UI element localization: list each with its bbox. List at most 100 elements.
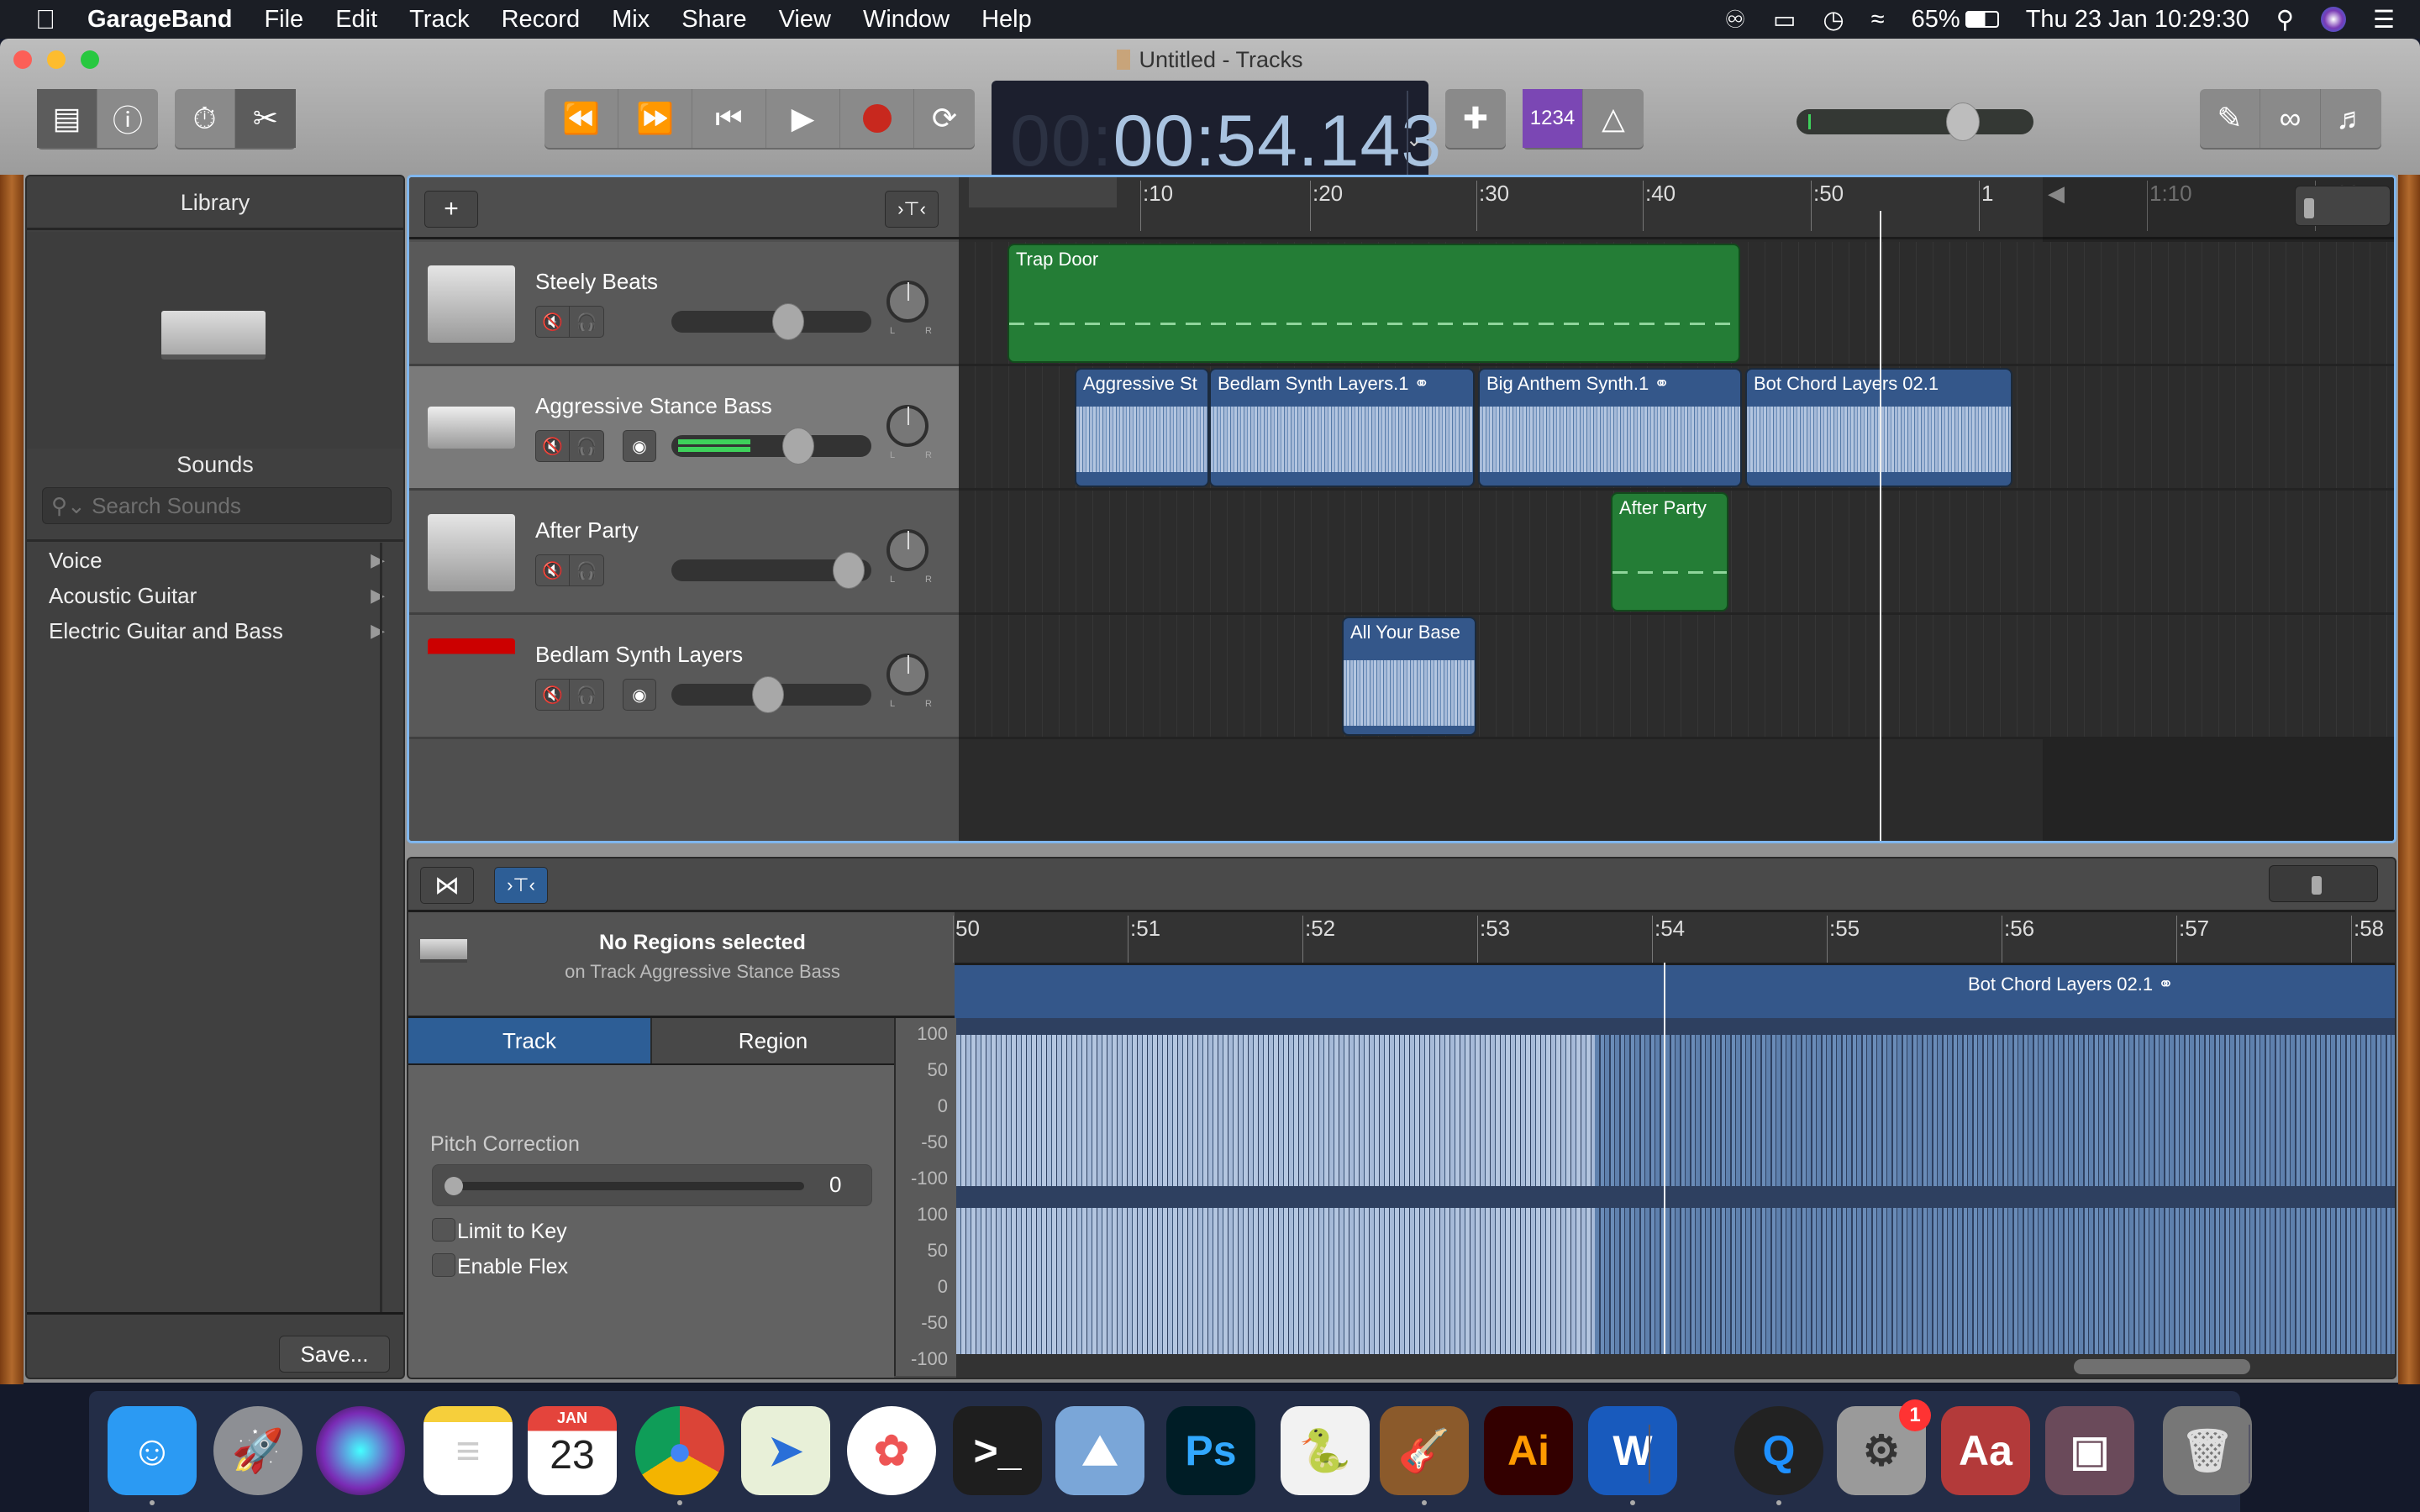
volume-knob[interactable] xyxy=(782,428,814,465)
zoom-slider-knob[interactable] xyxy=(2304,198,2314,218)
pan-knob[interactable]: LR xyxy=(886,281,932,336)
pan-knob[interactable]: LR xyxy=(886,529,932,585)
loop-browser-button[interactable]: ∞ xyxy=(2260,89,2321,148)
dock-quicktime[interactable]: Q xyxy=(1734,1406,1823,1495)
editors-button[interactable]: ✂ xyxy=(235,89,296,148)
pitch-correction-slider[interactable]: 0 xyxy=(432,1164,872,1206)
editor-catch-playhead-button[interactable]: ›⊤‹ xyxy=(494,867,548,904)
dock-terminal[interactable]: >_ xyxy=(953,1406,1042,1495)
siri-icon[interactable] xyxy=(2321,7,2346,32)
creative-cloud-icon[interactable]: ♾ xyxy=(1724,5,1746,34)
menu-share[interactable]: Share xyxy=(681,6,746,34)
flex-button[interactable]: ⋈ xyxy=(420,867,474,904)
menu-view[interactable]: View xyxy=(779,6,831,34)
record-enable-button[interactable]: ◉ xyxy=(623,430,656,462)
editor-horizontal-scrollbar[interactable] xyxy=(956,1354,2395,1378)
record-button[interactable] xyxy=(840,89,914,148)
editor-zoom-knob[interactable] xyxy=(2312,876,2322,895)
solo-headphones-button[interactable]: 🎧 xyxy=(570,680,603,710)
dock-photoshop[interactable]: Ps xyxy=(1166,1406,1255,1495)
menu-file[interactable]: File xyxy=(264,6,303,34)
volume-knob[interactable] xyxy=(752,676,784,713)
master-volume-slider[interactable] xyxy=(1797,102,2033,141)
pan-knob[interactable]: LR xyxy=(886,405,932,460)
dock-maps[interactable]: ➤ xyxy=(741,1406,830,1495)
mute-button[interactable]: 🔇 xyxy=(536,555,570,585)
editor-waveform[interactable] xyxy=(956,1018,2395,1376)
dock-notes[interactable]: ≡ xyxy=(424,1406,513,1495)
track-header[interactable]: Aggressive Stance Bass 🔇 🎧 ◉ L R xyxy=(409,366,959,491)
mute-button[interactable]: 🔇 xyxy=(536,680,570,710)
menu-window[interactable]: Window xyxy=(863,6,950,34)
volume-knob[interactable] xyxy=(833,552,865,589)
menu-track[interactable]: Track xyxy=(409,6,469,34)
region[interactable]: After Party xyxy=(1611,492,1728,612)
save-button[interactable]: Save... xyxy=(279,1336,390,1373)
cycle-button[interactable]: ⟳ xyxy=(914,89,975,148)
region[interactable]: Aggressive St xyxy=(1075,368,1209,487)
apple-menu-icon[interactable]:  xyxy=(35,4,55,35)
dock-python[interactable]: 🐍 xyxy=(1281,1406,1370,1495)
library-button[interactable]: ▤ xyxy=(37,89,97,148)
track-volume-slider[interactable] xyxy=(671,303,871,340)
airplay-icon[interactable]: ▭ xyxy=(1773,5,1796,34)
project-end-marker-icon[interactable]: ◀ xyxy=(2048,181,2065,207)
catch-playhead-button[interactable]: ›⊤‹ xyxy=(885,191,939,228)
track-header[interactable]: Bedlam Synth Layers 🔇 🎧 ◉ L R xyxy=(409,615,959,739)
sound-category-voice[interactable]: Voice ▶ xyxy=(49,548,385,574)
dock-preview[interactable]: ⛰ xyxy=(1055,1406,1144,1495)
lcd-mode-chevron-icon[interactable]: ⌄ xyxy=(1406,128,1423,152)
menu-record[interactable]: Record xyxy=(502,6,581,34)
spotlight-search-icon[interactable]: ⚲ xyxy=(2276,5,2294,34)
horizontal-zoom-slider[interactable] xyxy=(2295,186,2391,226)
limit-to-key-checkbox[interactable] xyxy=(432,1218,455,1242)
menu-app-name[interactable]: GarageBand xyxy=(87,6,232,34)
dock-system-preferences[interactable]: ⚙ 1 xyxy=(1837,1399,1931,1495)
add-track-button[interactable]: + xyxy=(424,191,478,228)
library-scrollbar[interactable] xyxy=(380,543,382,1312)
battery-status[interactable]: 65% xyxy=(1912,6,1999,34)
count-in-button[interactable]: 1234 xyxy=(1523,89,1583,148)
dock-illustrator[interactable]: Ai xyxy=(1484,1406,1573,1495)
dock-launchpad[interactable]: 🚀 xyxy=(213,1406,302,1495)
empty-track-area[interactable] xyxy=(409,739,959,841)
editor-ruler[interactable]: 50:51:52:53:54:55:56:57:58 xyxy=(953,912,2395,963)
dock-garageband[interactable]: 🎸 xyxy=(1380,1406,1469,1495)
media-browser-button[interactable]: ♬ xyxy=(2321,89,2381,148)
dock-trash[interactable]: 🗑 xyxy=(2163,1406,2252,1495)
enable-flex-checkbox[interactable] xyxy=(432,1253,455,1277)
fast-forward-button[interactable]: ⏩ xyxy=(618,89,692,148)
record-enable-button[interactable]: ◉ xyxy=(623,679,656,711)
tab-track[interactable]: Track xyxy=(408,1018,652,1063)
pan-knob[interactable]: LR xyxy=(886,654,932,709)
tab-region[interactable]: Region xyxy=(652,1018,894,1063)
notepad-button[interactable]: ✎ xyxy=(2200,89,2260,148)
tuner-button[interactable]: ✚ xyxy=(1445,89,1506,148)
play-button[interactable]: ▶ xyxy=(766,89,840,148)
track-volume-slider[interactable] xyxy=(671,428,871,465)
pitch-slider-knob[interactable] xyxy=(445,1177,463,1195)
mute-button[interactable]: 🔇 xyxy=(536,431,570,461)
dock-siri[interactable] xyxy=(316,1406,405,1495)
region[interactable]: All Your Base xyxy=(1342,617,1476,736)
track-header[interactable]: After Party 🔇 🎧 L R xyxy=(409,491,959,615)
editor-zoom-slider[interactable] xyxy=(2269,865,2378,902)
dock-word[interactable]: W xyxy=(1588,1406,1677,1495)
region[interactable]: Big Anthem Synth.1 ⚭ xyxy=(1478,368,1742,487)
track-header[interactable]: Steely Beats 🔇 🎧 L R xyxy=(409,242,959,366)
wifi-icon[interactable]: ≈ xyxy=(1871,6,1885,34)
search-sounds-input[interactable]: ⚲⌄ Search Sounds xyxy=(42,487,392,524)
dock-dictionary[interactable]: Aa xyxy=(1941,1406,2030,1495)
cycle-region-bar[interactable] xyxy=(969,177,1117,207)
track-lane[interactable] xyxy=(959,615,2394,739)
smart-controls-button[interactable]: ⏱ xyxy=(175,89,235,148)
menu-help[interactable]: Help xyxy=(981,6,1032,34)
timeline-ruler[interactable]: :10:20:30:40:5011:101:20 ◀ xyxy=(959,177,2394,841)
solo-headphones-button[interactable]: 🎧 xyxy=(570,555,603,585)
notification-center-icon[interactable]: ☰ xyxy=(2373,5,2395,34)
dock-calendar[interactable]: JAN 23 xyxy=(528,1406,617,1495)
rewind-button[interactable]: ⏪ xyxy=(544,89,618,148)
quick-help-button[interactable]: ⓘ xyxy=(97,89,158,148)
region[interactable]: Bedlam Synth Layers.1 ⚭ xyxy=(1209,368,1475,487)
mute-button[interactable]: 🔇 xyxy=(536,307,570,337)
